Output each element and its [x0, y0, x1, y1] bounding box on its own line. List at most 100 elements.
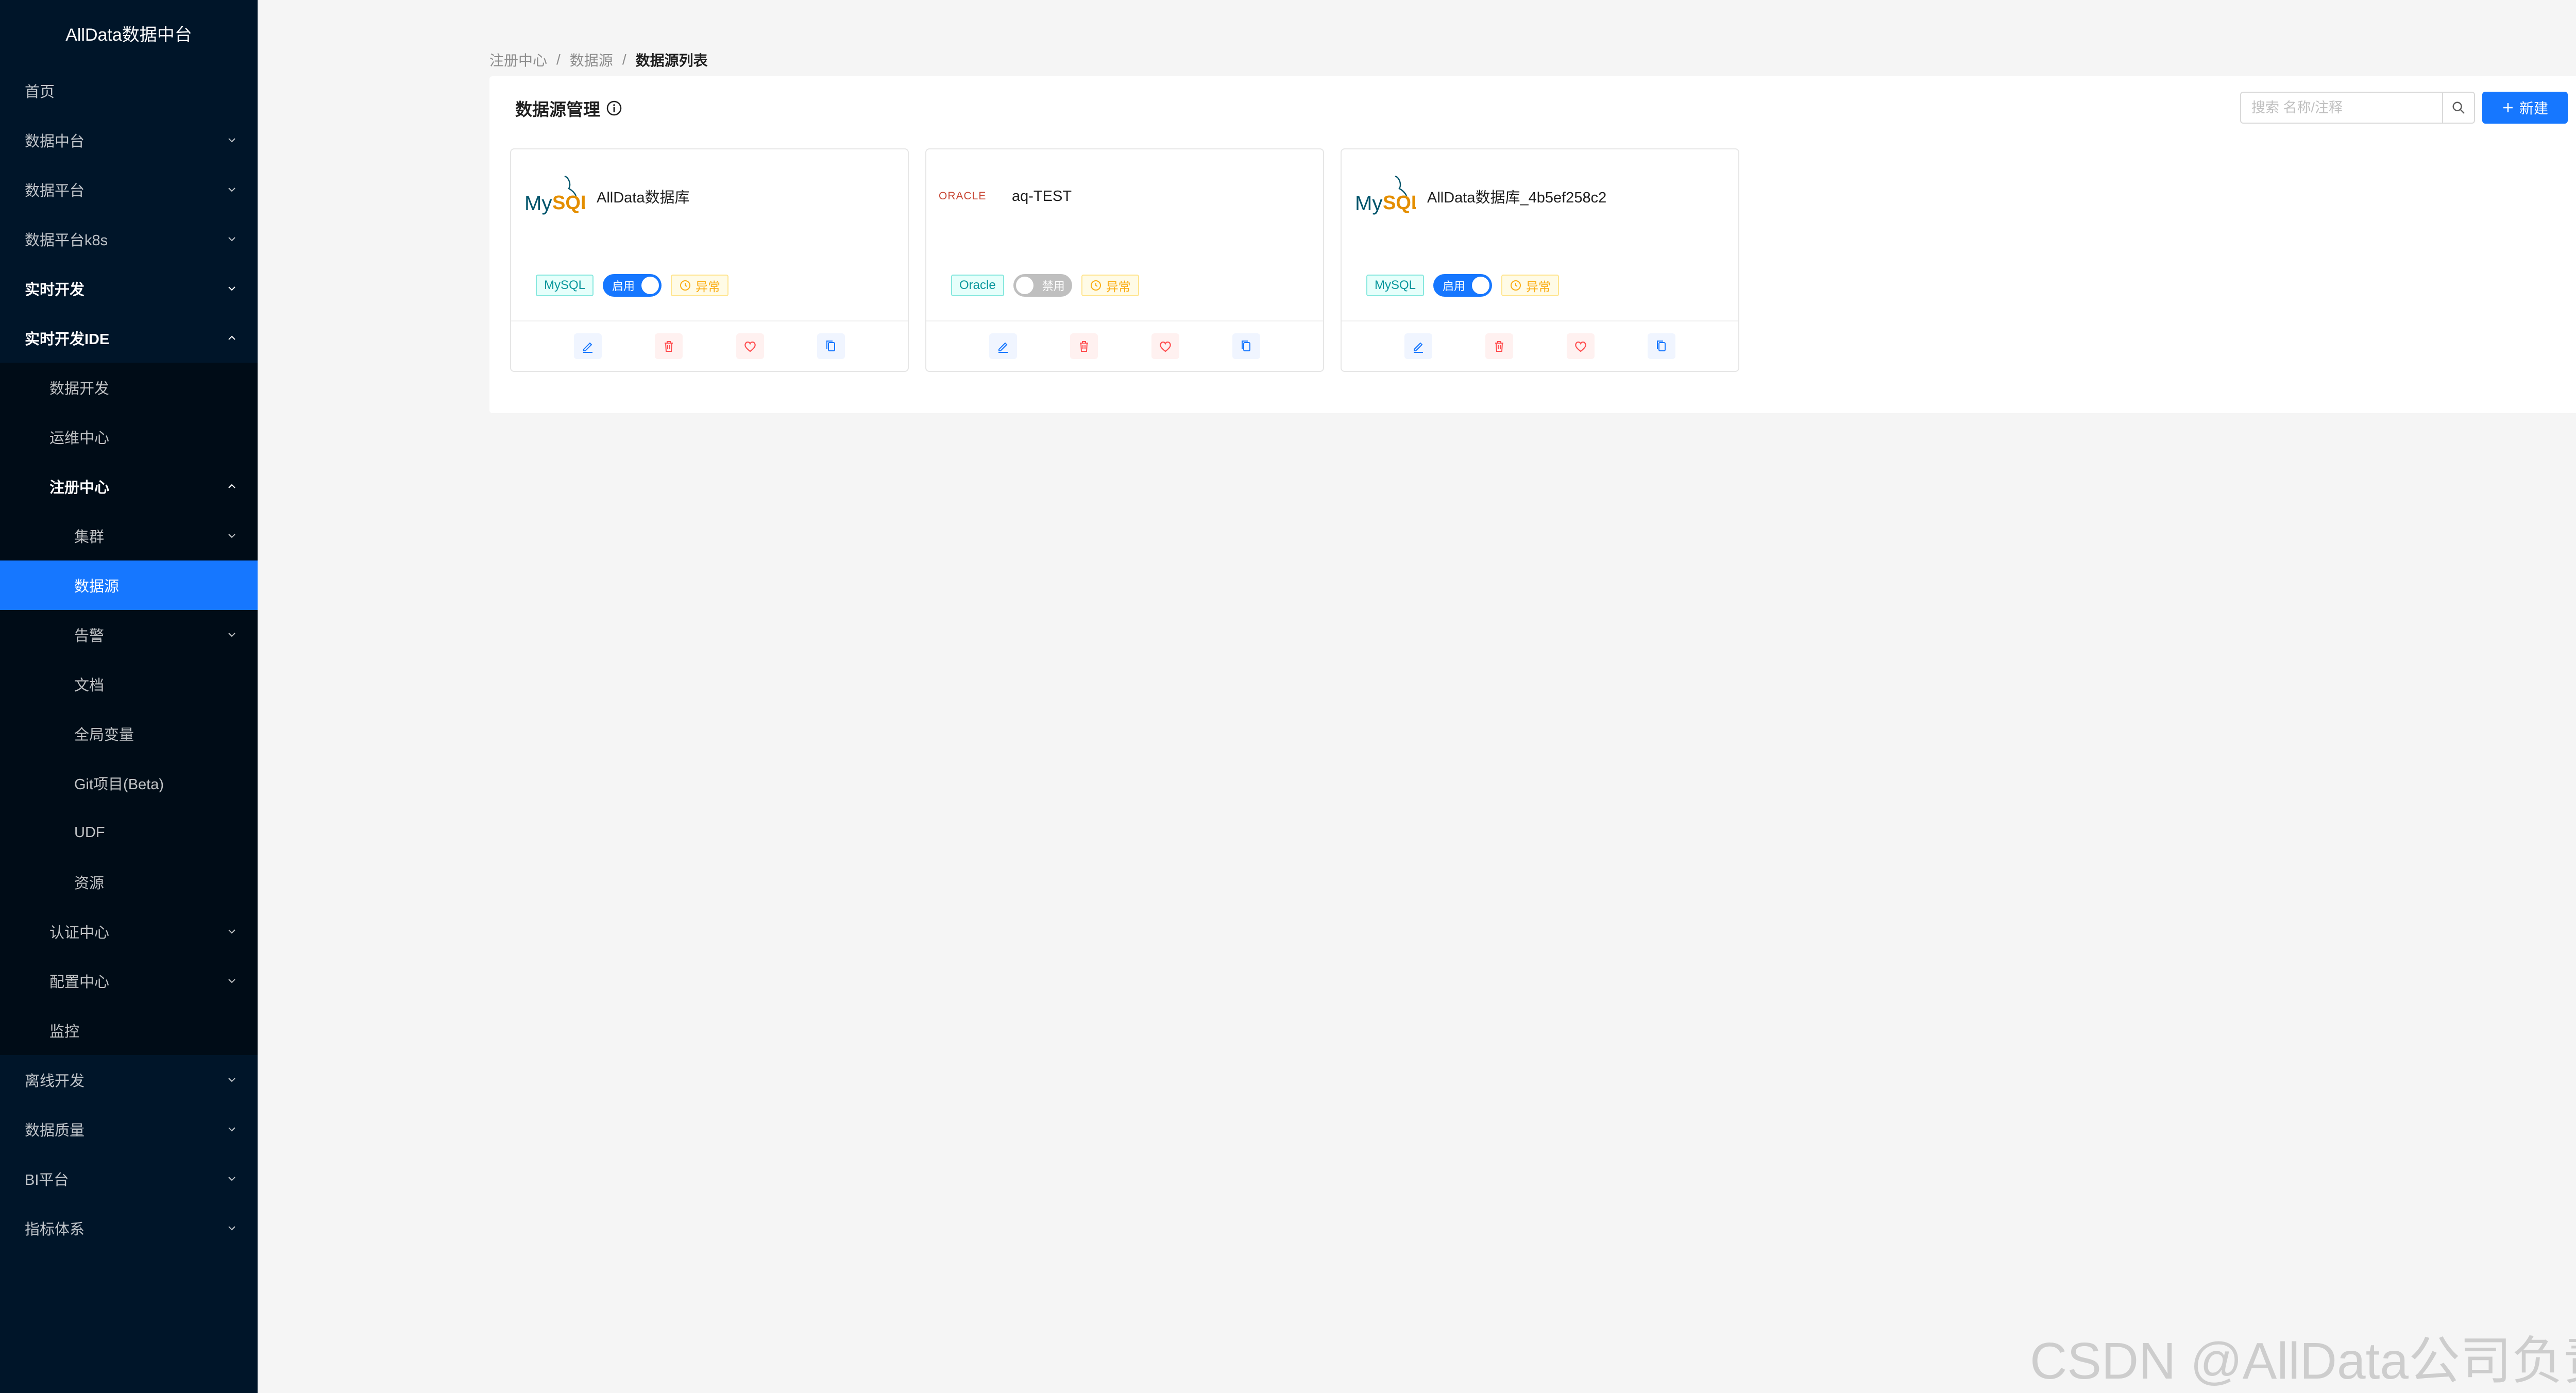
nav-label: 实时开发IDE — [25, 331, 110, 348]
svg-text:SQL: SQL — [552, 192, 585, 214]
search-input[interactable] — [2240, 92, 2442, 124]
datasource-name: AllData数据库_4b5ef258c2 — [1427, 190, 1607, 206]
chevron-down-icon — [226, 233, 238, 245]
nav-monitor[interactable]: 监控 — [0, 1006, 258, 1055]
submenu-realtime-ide: 数据开发 运维中心 注册中心 集群 数据源 告警 文档 全局变量 Git项目(B… — [0, 363, 258, 1055]
nav-alert[interactable]: 告警 — [0, 610, 258, 659]
clock-warning-icon — [680, 280, 691, 291]
nav-offline-dev[interactable]: 离线开发 — [0, 1055, 258, 1105]
nav-ops-center[interactable]: 运维中心 — [0, 412, 258, 462]
enable-toggle[interactable]: 启用 — [1433, 274, 1493, 297]
nav-datasource[interactable]: 数据源 — [0, 560, 258, 610]
chevron-down-icon — [226, 1074, 238, 1086]
favorite-button[interactable] — [1151, 333, 1179, 359]
nav-label: 实时开发 — [25, 282, 85, 298]
edit-button[interactable] — [1404, 333, 1432, 359]
copy-icon — [826, 341, 836, 351]
toggle-knob — [1015, 277, 1033, 294]
copy-icon — [1657, 341, 1666, 351]
breadcrumb-registry-center[interactable]: 注册中心 — [489, 49, 547, 70]
card-tags: MySQL 启用 异常 — [1366, 274, 1560, 297]
nav-git-project[interactable]: Git项目(Beta) — [0, 758, 258, 808]
copy-button[interactable] — [817, 333, 845, 359]
enable-toggle[interactable]: 启用 — [603, 274, 662, 297]
copy-button[interactable] — [1232, 333, 1261, 359]
type-tag: MySQL — [536, 275, 594, 296]
nav-document[interactable]: 文档 — [0, 659, 258, 709]
svg-text:My: My — [524, 192, 552, 215]
search-button[interactable] — [2442, 92, 2475, 124]
nav-data-center[interactable]: 数据中台 — [0, 115, 258, 165]
chevron-up-icon — [226, 480, 238, 492]
type-tag: MySQL — [1366, 275, 1425, 296]
favorite-button[interactable] — [1566, 333, 1595, 359]
datasource-name: aq-TEST — [1012, 188, 1072, 205]
nav-realtime-dev[interactable]: 实时开发 — [0, 264, 258, 313]
delete-button[interactable] — [1070, 333, 1098, 359]
status-badge: 异常 — [1081, 275, 1139, 296]
chevron-down-icon — [226, 1173, 238, 1185]
trash-icon — [1080, 341, 1089, 352]
delete-button[interactable] — [655, 333, 683, 359]
nav-cluster[interactable]: 集群 — [0, 511, 258, 560]
chevron-down-icon — [226, 628, 238, 641]
datasource-card[interactable]: My SQL AllData数据库_4b5ef258c2 MySQL 启用 异常 — [1341, 148, 1739, 372]
copy-button[interactable] — [1648, 333, 1676, 359]
nav-data-platform-k8s[interactable]: 数据平台k8s — [0, 214, 258, 264]
nav-registry-center[interactable]: 注册中心 — [0, 462, 258, 511]
card-actions — [1342, 320, 1738, 371]
chevron-down-icon — [226, 1222, 238, 1234]
nav-home[interactable]: 首页 — [0, 66, 258, 115]
nav-label: 运维中心 — [49, 430, 110, 447]
breadcrumb-datasource[interactable]: 数据源 — [570, 49, 613, 70]
datasource-card[interactable]: My SQL AllData数据库 MySQL 启用 异常 — [510, 148, 909, 372]
nav-label: 数据开发 — [49, 381, 110, 397]
nav-metric-system[interactable]: 指标体系 — [0, 1203, 258, 1253]
heart-icon — [744, 341, 756, 352]
edit-button[interactable] — [989, 333, 1017, 359]
svg-text:SQL: SQL — [1383, 192, 1416, 214]
chevron-down-icon — [226, 183, 238, 196]
breadcrumb-separator: / — [622, 52, 626, 67]
nav-label: 数据平台 — [25, 183, 85, 199]
breadcrumb-current: 数据源列表 — [635, 53, 708, 69]
nav-global-variable[interactable]: 全局变量 — [0, 709, 258, 758]
nav-bi-platform[interactable]: BI平台 — [0, 1154, 258, 1203]
nav-config-center[interactable]: 配置中心 — [0, 956, 258, 1006]
card-actions — [926, 320, 1323, 371]
datasource-panel: 数据源管理 新建 My SQL AllData数据库 — [489, 76, 2576, 413]
status-text: 异常 — [1106, 280, 1131, 294]
nav-realtime-ide[interactable]: 实时开发IDE — [0, 313, 258, 363]
new-datasource-button[interactable]: 新建 — [2482, 92, 2568, 124]
nav-data-dev[interactable]: 数据开发 — [0, 363, 258, 412]
favorite-button[interactable] — [736, 333, 764, 359]
delete-button[interactable] — [1485, 333, 1514, 359]
edit-button[interactable] — [573, 333, 602, 359]
nav-label: 数据中台 — [25, 133, 85, 150]
search-icon — [2452, 101, 2465, 114]
nav-resource[interactable]: 资源 — [0, 857, 258, 907]
card-tags: MySQL 启用 异常 — [536, 274, 729, 297]
card-header: My SQL AllData数据库 — [523, 173, 690, 219]
nav-label: 文档 — [74, 677, 105, 694]
nav-label: 数据源 — [74, 579, 120, 595]
nav-udf[interactable]: UDF — [0, 808, 258, 857]
status-badge: 异常 — [671, 275, 729, 296]
nav-label: BI平台 — [25, 1172, 69, 1188]
datasource-card[interactable]: ORACLE aq-TEST Oracle 禁用 异常 — [925, 148, 1324, 372]
card-actions — [511, 320, 908, 371]
toggle-label: 禁用 — [1042, 280, 1065, 293]
sidebar: AllData数据中台 首页 数据中台 数据平台 数据平台k8s 实时开发 实时… — [0, 0, 258, 1393]
breadcrumb: 注册中心 / 数据源 / 数据源列表 — [489, 49, 708, 70]
info-circle-icon[interactable] — [605, 99, 623, 117]
nav-label: 告警 — [74, 628, 105, 644]
nav-data-platform[interactable]: 数据平台 — [0, 165, 258, 214]
nav-auth-center[interactable]: 认证中心 — [0, 907, 258, 956]
status-text: 异常 — [696, 280, 721, 294]
chevron-up-icon — [226, 332, 238, 344]
nav-label: 配置中心 — [49, 974, 110, 991]
enable-toggle[interactable]: 禁用 — [1013, 274, 1072, 297]
nav-data-quality[interactable]: 数据质量 — [0, 1105, 258, 1154]
nav-label: 注册中心 — [49, 480, 110, 496]
nav-label: UDF — [74, 824, 105, 841]
